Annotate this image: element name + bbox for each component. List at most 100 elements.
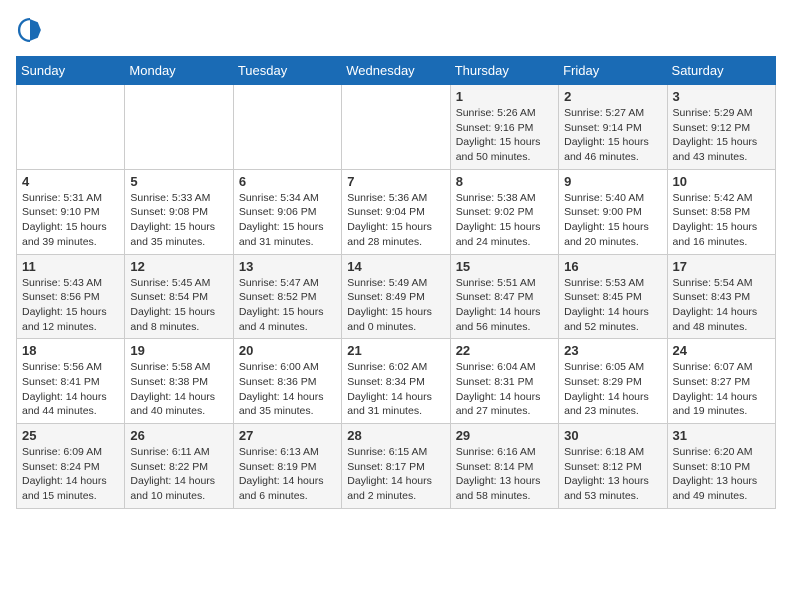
day-number: 7 — [347, 174, 444, 189]
day-info: Sunrise: 5:47 AM Sunset: 8:52 PM Dayligh… — [239, 276, 336, 335]
calendar-cell: 30 Sunrise: 6:18 AM Sunset: 8:12 PM Dayli… — [559, 424, 667, 509]
day-number: 27 — [239, 428, 336, 443]
day-number: 21 — [347, 343, 444, 358]
calendar-header-sunday: Sunday — [17, 57, 125, 85]
day-info: Sunrise: 5:26 AM Sunset: 9:16 PM Dayligh… — [456, 106, 553, 165]
calendar-cell: 1 Sunrise: 5:26 AM Sunset: 9:16 PM Daylig… — [450, 85, 558, 170]
day-number: 1 — [456, 89, 553, 104]
day-info: Sunrise: 6:20 AM Sunset: 8:10 PM Dayligh… — [673, 445, 770, 504]
day-info: Sunrise: 5:51 AM Sunset: 8:47 PM Dayligh… — [456, 276, 553, 335]
day-number: 15 — [456, 259, 553, 274]
calendar-cell: 2 Sunrise: 5:27 AM Sunset: 9:14 PM Daylig… — [559, 85, 667, 170]
day-info: Sunrise: 5:56 AM Sunset: 8:41 PM Dayligh… — [22, 360, 119, 419]
day-info: Sunrise: 5:29 AM Sunset: 9:12 PM Dayligh… — [673, 106, 770, 165]
day-number: 20 — [239, 343, 336, 358]
calendar-cell: 23Sunrise: 6:05 AM Sunset: 8:29 PM Dayli… — [559, 339, 667, 424]
calendar-cell: 17 Sunrise: 5:54 AM Sunset: 8:43 PM Dayli… — [667, 254, 775, 339]
calendar-cell: 31Sunrise: 6:20 AM Sunset: 8:10 PM Dayli… — [667, 424, 775, 509]
calendar-week-row: 4Sunrise: 5:31 AM Sunset: 9:10 PM Daylig… — [17, 169, 776, 254]
day-number: 25 — [22, 428, 119, 443]
day-info: Sunrise: 6:09 AM Sunset: 8:24 PM Dayligh… — [22, 445, 119, 504]
day-info: Sunrise: 5:53 AM Sunset: 8:45 PM Dayligh… — [564, 276, 661, 335]
day-number: 12 — [130, 259, 227, 274]
day-number: 22 — [456, 343, 553, 358]
day-info: Sunrise: 5:27 AM Sunset: 9:14 PM Dayligh… — [564, 106, 661, 165]
day-info: Sunrise: 6:02 AM Sunset: 8:34 PM Dayligh… — [347, 360, 444, 419]
calendar-cell: 24 Sunrise: 6:07 AM Sunset: 8:27 PM Dayli… — [667, 339, 775, 424]
day-info: Sunrise: 5:33 AM Sunset: 9:08 PM Dayligh… — [130, 191, 227, 250]
day-number: 6 — [239, 174, 336, 189]
calendar-cell: 3 Sunrise: 5:29 AM Sunset: 9:12 PM Daylig… — [667, 85, 775, 170]
day-info: Sunrise: 5:40 AM Sunset: 9:00 PM Dayligh… — [564, 191, 661, 250]
generalblue-logo-icon — [16, 16, 44, 44]
calendar-header-row: SundayMondayTuesdayWednesdayThursdayFrid… — [17, 57, 776, 85]
calendar-cell: 14Sunrise: 5:49 AM Sunset: 8:49 PM Dayli… — [342, 254, 450, 339]
calendar-week-row: 25 Sunrise: 6:09 AM Sunset: 8:24 PM Dayli… — [17, 424, 776, 509]
calendar-header-tuesday: Tuesday — [233, 57, 341, 85]
day-number: 3 — [673, 89, 770, 104]
day-info: Sunrise: 5:58 AM Sunset: 8:38 PM Dayligh… — [130, 360, 227, 419]
calendar-cell — [233, 85, 341, 170]
day-number: 9 — [564, 174, 661, 189]
calendar-cell: 20 Sunrise: 6:00 AM Sunset: 8:36 PM Dayli… — [233, 339, 341, 424]
day-number: 4 — [22, 174, 119, 189]
day-number: 24 — [673, 343, 770, 358]
calendar-cell: 7 Sunrise: 5:36 AM Sunset: 9:04 PM Daylig… — [342, 169, 450, 254]
calendar-cell: 8Sunrise: 5:38 AM Sunset: 9:02 PM Daylig… — [450, 169, 558, 254]
day-number: 26 — [130, 428, 227, 443]
day-info: Sunrise: 6:15 AM Sunset: 8:17 PM Dayligh… — [347, 445, 444, 504]
day-number: 2 — [564, 89, 661, 104]
day-info: Sunrise: 6:04 AM Sunset: 8:31 PM Dayligh… — [456, 360, 553, 419]
calendar-header-friday: Friday — [559, 57, 667, 85]
calendar-week-row: 18Sunrise: 5:56 AM Sunset: 8:41 PM Dayli… — [17, 339, 776, 424]
day-number: 23 — [564, 343, 661, 358]
calendar-cell: 11Sunrise: 5:43 AM Sunset: 8:56 PM Dayli… — [17, 254, 125, 339]
day-number: 11 — [22, 259, 119, 274]
calendar-header-thursday: Thursday — [450, 57, 558, 85]
calendar-cell: 16 Sunrise: 5:53 AM Sunset: 8:45 PM Dayli… — [559, 254, 667, 339]
day-info: Sunrise: 6:18 AM Sunset: 8:12 PM Dayligh… — [564, 445, 661, 504]
calendar-cell: 18Sunrise: 5:56 AM Sunset: 8:41 PM Dayli… — [17, 339, 125, 424]
day-number: 29 — [456, 428, 553, 443]
calendar-cell: 15 Sunrise: 5:51 AM Sunset: 8:47 PM Dayli… — [450, 254, 558, 339]
day-number: 16 — [564, 259, 661, 274]
day-number: 17 — [673, 259, 770, 274]
day-info: Sunrise: 5:36 AM Sunset: 9:04 PM Dayligh… — [347, 191, 444, 250]
calendar-cell: 29 Sunrise: 6:16 AM Sunset: 8:14 PM Dayli… — [450, 424, 558, 509]
calendar-cell: 12Sunrise: 5:45 AM Sunset: 8:54 PM Dayli… — [125, 254, 233, 339]
day-number: 10 — [673, 174, 770, 189]
calendar-cell: 5 Sunrise: 5:33 AM Sunset: 9:08 PM Daylig… — [125, 169, 233, 254]
page-header — [16, 16, 776, 44]
day-number: 30 — [564, 428, 661, 443]
calendar-week-row: 11Sunrise: 5:43 AM Sunset: 8:56 PM Dayli… — [17, 254, 776, 339]
day-number: 19 — [130, 343, 227, 358]
calendar-cell: 19 Sunrise: 5:58 AM Sunset: 8:38 PM Dayli… — [125, 339, 233, 424]
calendar-table: SundayMondayTuesdayWednesdayThursdayFrid… — [16, 56, 776, 509]
day-number: 8 — [456, 174, 553, 189]
calendar-cell: 13Sunrise: 5:47 AM Sunset: 8:52 PM Dayli… — [233, 254, 341, 339]
day-info: Sunrise: 6:16 AM Sunset: 8:14 PM Dayligh… — [456, 445, 553, 504]
calendar-cell: 28 Sunrise: 6:15 AM Sunset: 8:17 PM Dayli… — [342, 424, 450, 509]
day-info: Sunrise: 5:34 AM Sunset: 9:06 PM Dayligh… — [239, 191, 336, 250]
calendar-cell: 6 Sunrise: 5:34 AM Sunset: 9:06 PM Daylig… — [233, 169, 341, 254]
day-info: Sunrise: 6:07 AM Sunset: 8:27 PM Dayligh… — [673, 360, 770, 419]
calendar-cell: 26 Sunrise: 6:11 AM Sunset: 8:22 PM Dayli… — [125, 424, 233, 509]
calendar-cell: 27 Sunrise: 6:13 AM Sunset: 8:19 PM Dayli… — [233, 424, 341, 509]
day-info: Sunrise: 5:54 AM Sunset: 8:43 PM Dayligh… — [673, 276, 770, 335]
calendar-header-wednesday: Wednesday — [342, 57, 450, 85]
day-number: 28 — [347, 428, 444, 443]
calendar-cell — [17, 85, 125, 170]
day-info: Sunrise: 6:00 AM Sunset: 8:36 PM Dayligh… — [239, 360, 336, 419]
day-info: Sunrise: 5:42 AM Sunset: 8:58 PM Dayligh… — [673, 191, 770, 250]
calendar-header-saturday: Saturday — [667, 57, 775, 85]
logo — [16, 16, 48, 44]
day-info: Sunrise: 6:13 AM Sunset: 8:19 PM Dayligh… — [239, 445, 336, 504]
calendar-cell: 4Sunrise: 5:31 AM Sunset: 9:10 PM Daylig… — [17, 169, 125, 254]
calendar-cell: 22 Sunrise: 6:04 AM Sunset: 8:31 PM Dayli… — [450, 339, 558, 424]
day-number: 5 — [130, 174, 227, 189]
calendar-cell: 9 Sunrise: 5:40 AM Sunset: 9:00 PM Daylig… — [559, 169, 667, 254]
calendar-cell: 10 Sunrise: 5:42 AM Sunset: 8:58 PM Dayli… — [667, 169, 775, 254]
calendar-week-row: 1 Sunrise: 5:26 AM Sunset: 9:16 PM Daylig… — [17, 85, 776, 170]
calendar-cell: 25 Sunrise: 6:09 AM Sunset: 8:24 PM Dayli… — [17, 424, 125, 509]
day-info: Sunrise: 6:11 AM Sunset: 8:22 PM Dayligh… — [130, 445, 227, 504]
